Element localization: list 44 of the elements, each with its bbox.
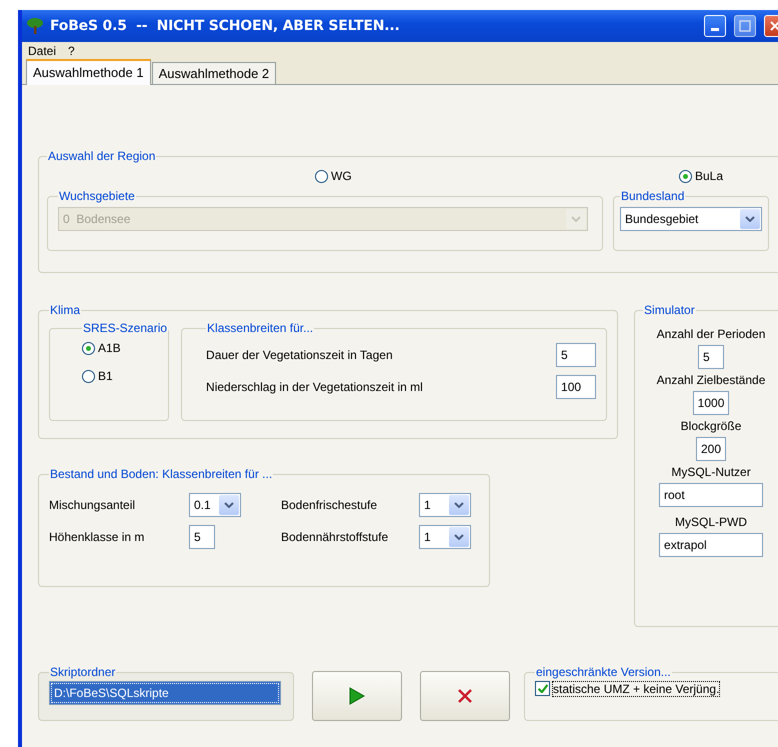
tab[interactable]: Auswahlmethode 1: [26, 59, 151, 85]
radio-button[interactable]: WG: [315, 169, 352, 183]
input-field[interactable]: D:\FoBeS\SQLskripte: [49, 681, 281, 705]
group-title: Bestand und Boden: Klassenbreiten für ...: [49, 467, 274, 481]
tab[interactable]: Auswahlmethode 2: [152, 62, 276, 84]
group-title: Klassenbreiten für...: [206, 321, 314, 335]
field-label: Dauer der Vegetationszeit in Tagen: [206, 348, 393, 362]
group-title: Wuchsgebiete: [58, 189, 136, 203]
radio-button[interactable]: BuLa: [679, 169, 724, 183]
field-label: Anzahl Zielbestände: [656, 373, 766, 387]
dropdown[interactable]: 1: [419, 525, 471, 549]
input-field[interactable]: 5: [698, 345, 724, 369]
input-field[interactable]: root: [659, 483, 764, 507]
field-label: Mischungsanteil: [49, 498, 136, 512]
input-field[interactable]: extrapol: [659, 533, 764, 557]
field-label: Anzahl der Perioden: [656, 327, 766, 341]
field-label: Bodennährstoffstufe: [281, 530, 390, 544]
field-label: Blockgröße: [680, 419, 742, 433]
field-label: MySQL-Nutzer: [671, 465, 751, 479]
menu-item[interactable]: Datei: [28, 44, 56, 58]
input-field[interactable]: 1000: [692, 391, 730, 415]
group-title: Simulator: [643, 303, 696, 317]
group-title: SRES-Szenario: [82, 321, 168, 335]
input-field[interactable]: 200: [696, 437, 726, 461]
input-field[interactable]: 100: [556, 375, 596, 399]
group-title: Auswahl der Region: [47, 149, 156, 163]
field-label: Niederschlag in der Vegetationszeit in ml: [206, 380, 423, 394]
field-label: Bodenfrischestufe: [281, 498, 378, 512]
radio-button[interactable]: A1B: [82, 341, 121, 355]
dropdown[interactable]: Bundesgebiet: [620, 207, 762, 231]
menu-item[interactable]: ?: [68, 44, 75, 58]
group-title: Bundesland: [620, 189, 686, 203]
field-label: Höhenklasse in m: [49, 530, 146, 544]
input-field[interactable]: 5: [556, 343, 596, 367]
window-title: FoBeS 0.5 -- NICHT SCHOEN, ABER SELTEN...: [50, 18, 400, 34]
input-field[interactable]: 5: [189, 525, 215, 549]
dropdown[interactable]: 0.1: [189, 493, 241, 517]
group-title: eingeschränkte Version...: [535, 665, 672, 679]
group-title: Skriptordner: [49, 665, 116, 679]
checkbox[interactable]: statische UMZ + keine Verjüng.: [535, 681, 720, 696]
radio-button[interactable]: B1: [82, 369, 113, 383]
group-title: Klima: [49, 303, 82, 317]
field-label: MySQL-PWD: [675, 515, 748, 529]
dropdown[interactable]: 1: [419, 493, 471, 517]
